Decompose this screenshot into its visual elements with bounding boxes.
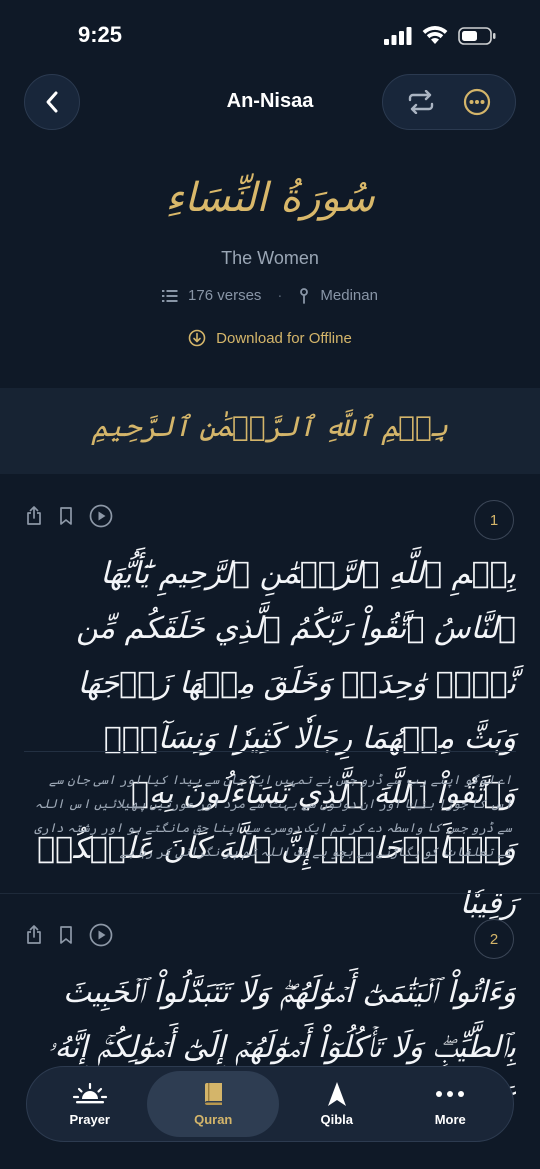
surah-meta: 176 verses · Medinan <box>0 287 540 304</box>
nav-label: More <box>434 1111 466 1127</box>
verse-translation: اے لوگو اپنے رب سے ڈرو جس نے تمہیں ایک ج… <box>34 772 512 859</box>
surah-english-name: The Women <box>221 248 319 268</box>
verse-number: 1 <box>474 500 514 540</box>
bookmark-icon <box>60 507 72 525</box>
surah-arabic-name: سُورَةُ النِّسَاءِ <box>165 175 375 221</box>
status-icons <box>384 26 496 45</box>
signal-icon <box>384 26 412 45</box>
share-icon <box>27 506 41 525</box>
play-button[interactable] <box>88 504 114 528</box>
nav-label: Prayer <box>69 1111 110 1127</box>
nav-label: Quran <box>194 1111 233 1127</box>
repeat-button[interactable] <box>401 82 441 122</box>
play-circle-icon <box>89 504 113 528</box>
verse-number: 2 <box>474 919 514 959</box>
bookmark-icon <box>60 926 72 944</box>
share-button[interactable] <box>24 925 44 945</box>
revelation-place: Medinan <box>320 287 378 304</box>
bismillah-text: بِسۡمِ ٱللَّهِ ٱلرَّحۡمَٰنِ ٱلرَّحِيمِ <box>91 410 449 443</box>
share-icon <box>27 925 41 944</box>
dots-icon <box>436 1090 465 1097</box>
location-pin-icon <box>300 287 309 304</box>
book-icon <box>205 1082 223 1105</box>
nav-prayer[interactable]: Prayer <box>34 1071 146 1137</box>
nav-qibla[interactable]: Qibla <box>281 1071 393 1137</box>
meta-separator: · <box>277 287 283 304</box>
download-label: Download for Offline <box>216 329 352 347</box>
compass-arrow-icon <box>327 1081 346 1106</box>
battery-icon <box>458 26 496 45</box>
repeat-icon <box>408 90 434 114</box>
wifi-icon <box>422 26 448 44</box>
verse-arabic-text: بِسۡمِ ٱللَّهِ ٱلرَّحۡمَٰنِ ٱلرَّحِيمِ ي… <box>37 556 516 921</box>
verse-count: 176 verses <box>188 287 262 304</box>
download-offline-button[interactable]: Download for Offline <box>0 329 540 347</box>
play-circle-icon <box>89 923 113 947</box>
verse-divider <box>24 751 516 752</box>
sunrise-icon <box>72 1082 107 1103</box>
list-icon <box>162 289 178 302</box>
bismillah-banner: بِسۡمِ ٱللَّهِ ٱلرَّحۡمَٰنِ ٱلرَّحِيمِ <box>0 388 540 474</box>
nav-label: Qibla <box>320 1111 353 1127</box>
status-bar: 9:25 <box>0 0 540 66</box>
section-divider <box>0 893 540 894</box>
ellipsis-circle-icon <box>463 88 491 116</box>
nav-quran[interactable]: Quran <box>147 1071 280 1137</box>
download-icon <box>188 329 206 347</box>
header-actions <box>382 74 516 130</box>
verse-tools <box>24 923 114 947</box>
share-button[interactable] <box>24 506 44 526</box>
play-button[interactable] <box>88 923 114 947</box>
bottom-nav: Prayer Quran Qibla More <box>26 1066 514 1142</box>
verse-tools <box>24 504 114 528</box>
bookmark-button[interactable] <box>56 506 76 526</box>
nav-more[interactable]: More <box>394 1071 506 1137</box>
status-time: 9:25 <box>78 22 123 47</box>
more-options-button[interactable] <box>457 82 497 122</box>
bookmark-button[interactable] <box>56 925 76 945</box>
